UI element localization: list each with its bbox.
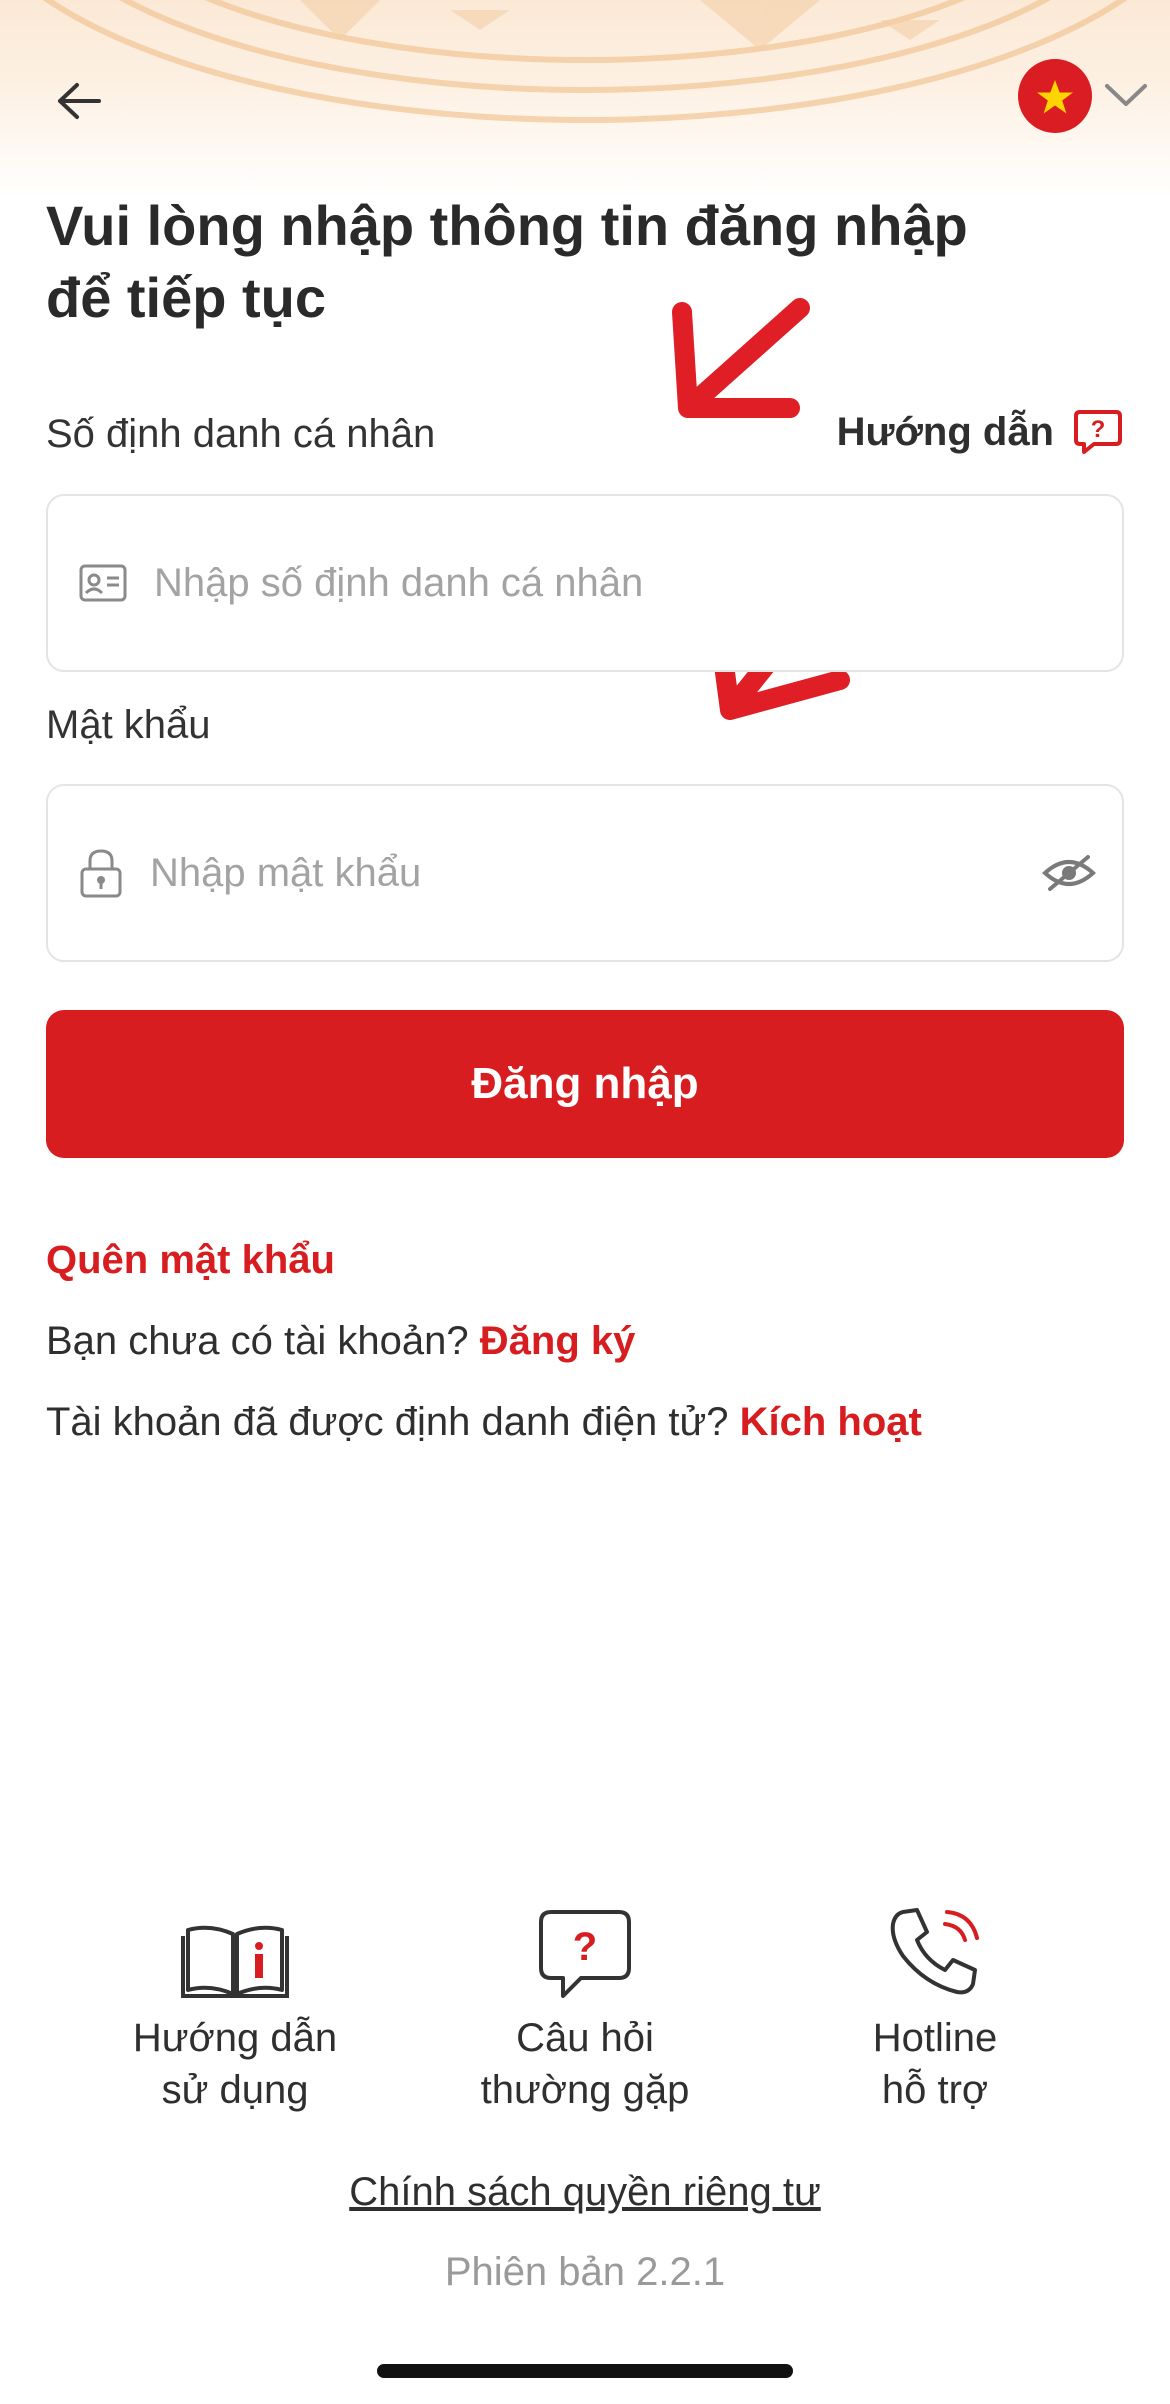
footer-hotline-line1: Hotline [872,2016,998,2060]
footer-hotline-line2: hỗ trợ [881,2068,989,2112]
register-link[interactable]: Đăng ký [480,1319,636,1363]
activate-row: Tài khoản đã được định danh điện tử? Kíc… [46,1400,922,1445]
footer-user-guide-line2: sử dụng [161,2068,309,2112]
activated-text: Tài khoản đã được định danh điện tử? [46,1400,729,1444]
no-account-text: Bạn chưa có tài khoản? [46,1319,469,1363]
language-switcher[interactable] [1018,58,1148,134]
svg-text:?: ? [1091,416,1106,443]
activate-link[interactable]: Kích hoạt [740,1400,922,1444]
footer-user-guide[interactable]: Hướng dẫn sử dụng [85,1890,385,2116]
lock-icon [80,849,122,898]
footer-faq[interactable]: ? Câu hỏi thường gặp [435,1890,735,2116]
password-input[interactable] [150,786,1122,960]
login-button[interactable]: Đăng nhập [46,1010,1124,1158]
footer-faq-line1: Câu hỏi [516,2016,654,2060]
phone-icon [890,1908,979,1995]
id-card-icon [79,564,127,602]
footer-faq-line2: thường gặp [480,2068,690,2112]
question-bubble-icon: ? [1074,410,1122,454]
footer-user-guide-line1: Hướng dẫn [132,2016,338,2060]
guide-link[interactable]: Hướng dẫn ? [837,408,1124,456]
footer-hotline[interactable]: Hotline hỗ trợ [785,1890,1085,2116]
vietnam-flag-icon [1018,59,1092,133]
id-number-field[interactable] [46,494,1124,672]
app-version: Phiên bản 2.2.1 [444,2250,726,2294]
password-label: Mật khẩu [46,703,211,747]
page-title-line2: để tiếp tục [46,266,327,329]
id-number-input[interactable] [154,496,1122,670]
book-info-icon [181,1925,289,1998]
page-title-line1: Vui lòng nhập thông tin đăng nhập [46,194,968,257]
annotation-arrow-icon [672,298,810,418]
header-pattern [0,0,1170,200]
guide-link-label: Hướng dẫn [836,409,1054,454]
password-field[interactable] [46,784,1124,962]
arrow-left-icon [58,83,101,119]
forgot-password-link[interactable]: Quên mật khẩu [46,1238,335,1283]
svg-text:?: ? [573,1925,597,1969]
id-number-label: Số định danh cá nhân [46,412,436,456]
home-indicator[interactable] [377,2364,793,2378]
page-title: Vui lòng nhập thông tin đăng nhập để tiế… [46,190,1126,334]
register-row: Bạn chưa có tài khoản? Đăng ký [46,1319,635,1364]
chevron-down-icon [1105,84,1147,106]
privacy-policy-link[interactable]: Chính sách quyền riêng tư [0,2170,1170,2215]
question-bubble-icon: ? [539,1910,631,1998]
eye-off-icon[interactable] [1042,853,1096,893]
back-button[interactable] [48,70,110,132]
